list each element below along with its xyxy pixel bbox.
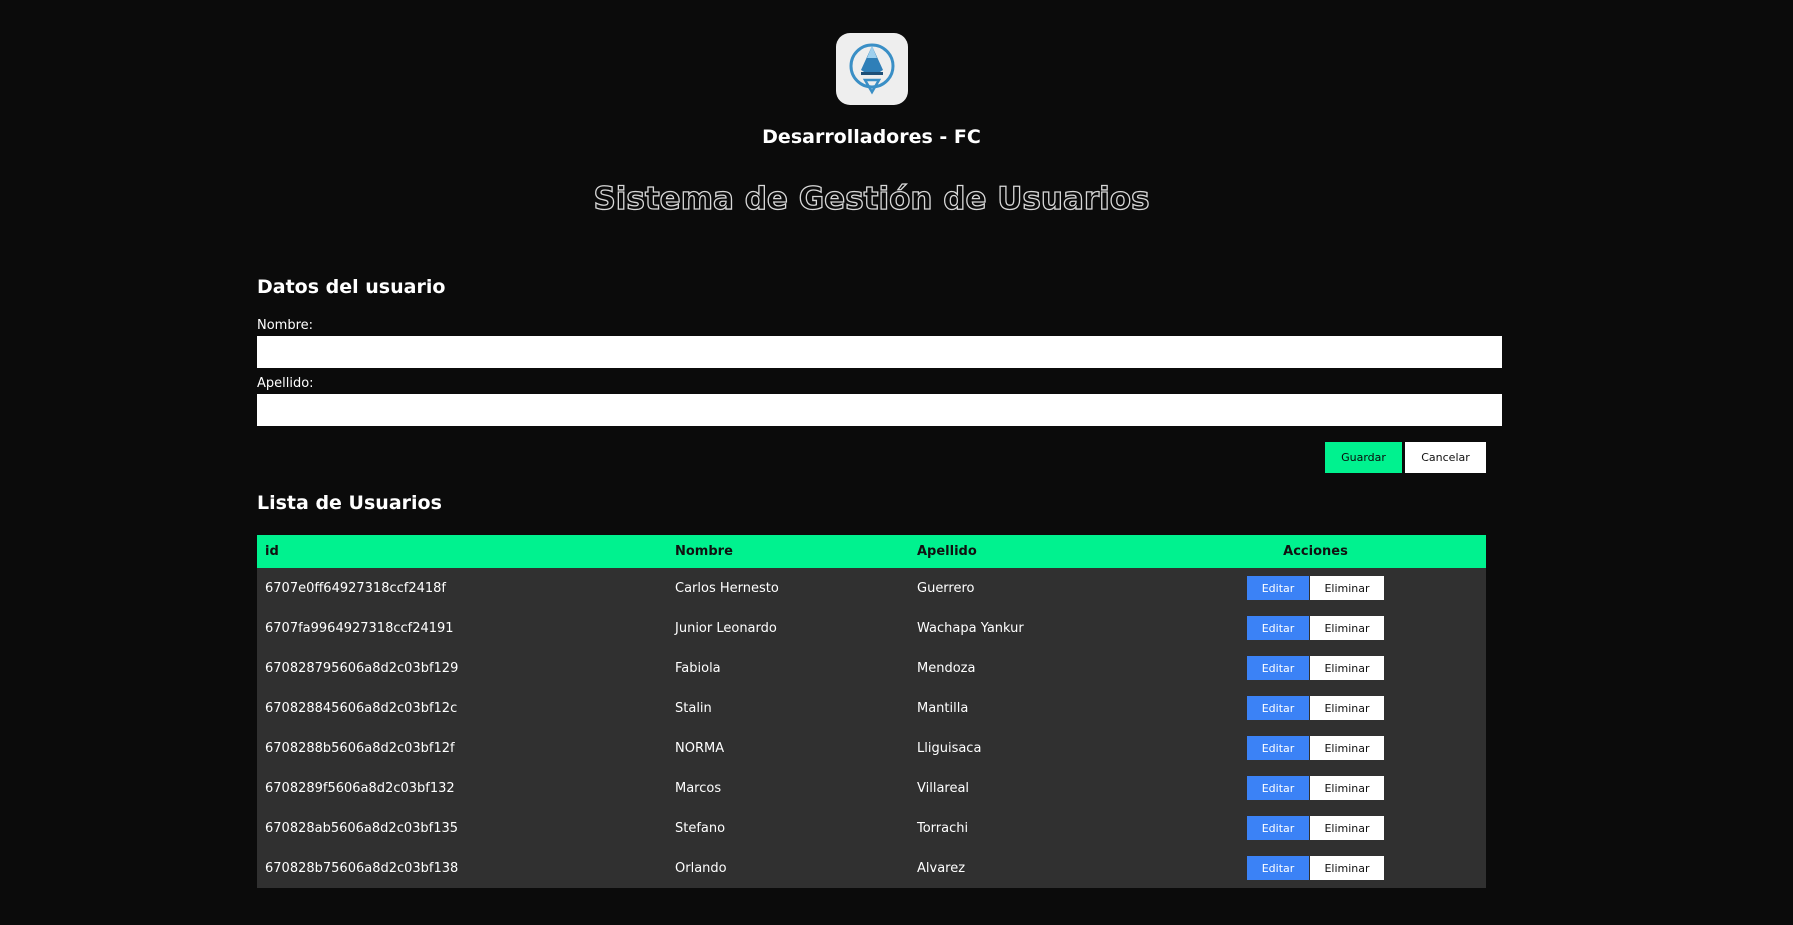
column-header-apellido: Apellido xyxy=(909,535,1145,568)
cell-id: 6707fa9964927318ccf24191 xyxy=(257,608,667,648)
cell-id: 6708288b5606a8d2c03bf12f xyxy=(257,728,667,768)
cancel-button[interactable]: Cancelar xyxy=(1405,442,1486,473)
cell-nombre: Carlos Hernesto xyxy=(667,568,909,608)
form-section-title: Datos del usuario xyxy=(257,276,446,298)
cell-nombre: NORMA xyxy=(667,728,909,768)
cell-apellido: Guerrero xyxy=(909,568,1145,608)
delete-button[interactable]: Eliminar xyxy=(1310,856,1384,880)
cell-actions: Editar Eliminar xyxy=(1145,768,1486,808)
cell-apellido: Wachapa Yankur xyxy=(909,608,1145,648)
edit-button[interactable]: Editar xyxy=(1247,616,1309,640)
table-row: 670828b75606a8d2c03bf138 Orlando Alvarez Ed… xyxy=(257,848,1486,888)
cell-apellido: Villareal xyxy=(909,768,1145,808)
apellido-label: Apellido: xyxy=(257,376,314,391)
edit-button[interactable]: Editar xyxy=(1247,856,1309,880)
cell-actions: Editar Eliminar xyxy=(1145,608,1486,648)
edit-button[interactable]: Editar xyxy=(1247,576,1309,600)
nombre-label: Nombre: xyxy=(257,318,314,333)
delete-button[interactable]: Eliminar xyxy=(1310,576,1384,600)
column-header-acciones: Acciones xyxy=(1145,535,1486,568)
apellido-input[interactable] xyxy=(257,394,1502,426)
cell-id: 670828795606a8d2c03bf129 xyxy=(257,648,667,688)
cell-actions: Editar Eliminar xyxy=(1145,688,1486,728)
cell-id: 670828ab5606a8d2c03bf135 xyxy=(257,808,667,848)
delete-button[interactable]: Eliminar xyxy=(1310,616,1384,640)
cell-actions: Editar Eliminar xyxy=(1145,808,1486,848)
brand-name: Desarrolladores - FC xyxy=(762,126,981,148)
app-logo xyxy=(836,33,908,105)
cell-actions: Editar Eliminar xyxy=(1145,848,1486,888)
cell-id: 670828b75606a8d2c03bf138 xyxy=(257,848,667,888)
cell-id: 6707e0ff64927318ccf2418f xyxy=(257,568,667,608)
edit-button[interactable]: Editar xyxy=(1247,696,1309,720)
column-header-id: id xyxy=(257,535,667,568)
edit-button[interactable]: Editar xyxy=(1247,776,1309,800)
cell-id: 670828845606a8d2c03bf12c xyxy=(257,688,667,728)
cell-apellido: Lliguisaca xyxy=(909,728,1145,768)
cell-nombre: Marcos xyxy=(667,768,909,808)
cell-nombre: Stefano xyxy=(667,808,909,848)
delete-button[interactable]: Eliminar xyxy=(1310,656,1384,680)
table-row: 670828845606a8d2c03bf12c Stalin Mantilla Ed… xyxy=(257,688,1486,728)
table-row: 670828ab5606a8d2c03bf135 Stefano Torrachi E… xyxy=(257,808,1486,848)
cell-actions: Editar Eliminar xyxy=(1145,648,1486,688)
cell-nombre: Fabiola xyxy=(667,648,909,688)
table-row: 6708288b5606a8d2c03bf12f NORMA Lliguisaca E… xyxy=(257,728,1486,768)
table-row: 6707e0ff64927318ccf2418f Carlos Hernesto G… xyxy=(257,568,1486,608)
edit-button[interactable]: Editar xyxy=(1247,816,1309,840)
droplet-shield-icon xyxy=(849,43,895,95)
cell-apellido: Torrachi xyxy=(909,808,1145,848)
nombre-input[interactable] xyxy=(257,336,1502,368)
delete-button[interactable]: Eliminar xyxy=(1310,776,1384,800)
cell-nombre: Junior Leonardo xyxy=(667,608,909,648)
cell-actions: Editar Eliminar xyxy=(1145,728,1486,768)
cell-apellido: Mantilla xyxy=(909,688,1145,728)
column-header-nombre: Nombre xyxy=(667,535,909,568)
table-row: 670828795606a8d2c03bf129 Fabiola Mendoza Ed… xyxy=(257,648,1486,688)
save-button[interactable]: Guardar xyxy=(1325,442,1402,473)
edit-button[interactable]: Editar xyxy=(1247,656,1309,680)
cell-nombre: Orlando xyxy=(667,848,909,888)
table-header-row: id Nombre Apellido Acciones xyxy=(257,535,1486,568)
table-row: 6707fa9964927318ccf24191 Junior Leonardo W… xyxy=(257,608,1486,648)
delete-button[interactable]: Eliminar xyxy=(1310,816,1384,840)
cell-nombre: Stalin xyxy=(667,688,909,728)
cell-apellido: Mendoza xyxy=(909,648,1145,688)
cell-apellido: Alvarez xyxy=(909,848,1145,888)
cell-id: 6708289f5606a8d2c03bf132 xyxy=(257,768,667,808)
delete-button[interactable]: Eliminar xyxy=(1310,696,1384,720)
page-title: Sistema de Gestión de Usuarios xyxy=(593,180,1150,217)
edit-button[interactable]: Editar xyxy=(1247,736,1309,760)
table-row: 6708289f5606a8d2c03bf132 Marcos Villareal E… xyxy=(257,768,1486,808)
delete-button[interactable]: Eliminar xyxy=(1310,736,1384,760)
users-table: id Nombre Apellido Acciones 6707e0ff6492… xyxy=(257,535,1486,888)
cell-actions: Editar Eliminar xyxy=(1145,568,1486,608)
list-section-title: Lista de Usuarios xyxy=(257,492,442,514)
